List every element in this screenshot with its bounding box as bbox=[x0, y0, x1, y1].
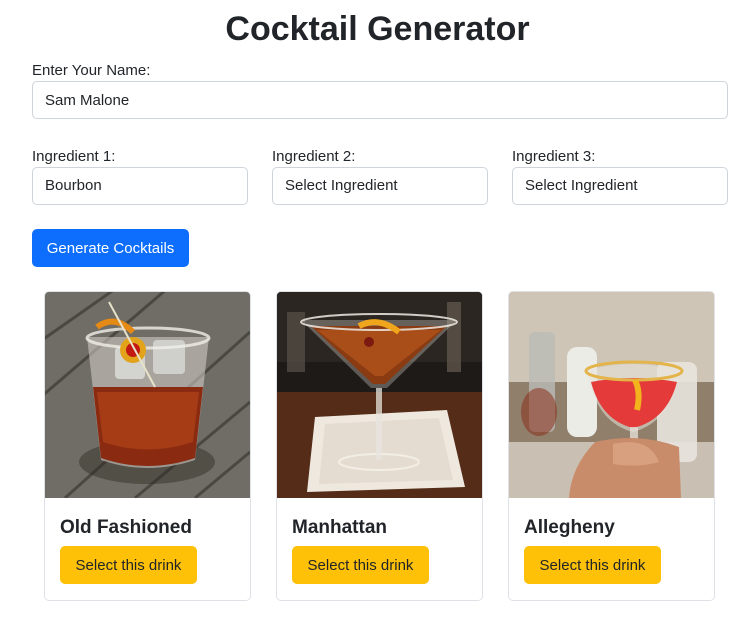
name-label: Enter Your Name: bbox=[32, 62, 151, 79]
allegheny-photo bbox=[509, 292, 714, 498]
ingredient-3-label: Ingredient 3: bbox=[512, 148, 596, 165]
generate-cocktails-button[interactable]: Generate Cocktails bbox=[32, 229, 189, 267]
ingredient-3-value: Select Ingredient bbox=[525, 177, 638, 194]
ingredient-1-select[interactable]: Bourbon bbox=[32, 167, 248, 205]
page-title: Cocktail Generator bbox=[225, 10, 530, 48]
cocktail-card-old-fashioned: Old Fashioned Select this drink bbox=[44, 291, 251, 601]
old-fashioned-photo bbox=[45, 292, 250, 498]
cocktail-name: Manhattan bbox=[292, 517, 387, 538]
ingredient-2-label: Ingredient 2: bbox=[272, 148, 356, 165]
select-drink-button-allegheny[interactable]: Select this drink bbox=[524, 546, 661, 584]
cocktail-card-manhattan: Manhattan Select this drink bbox=[276, 291, 483, 601]
name-input[interactable] bbox=[32, 81, 728, 119]
cocktail-card-allegheny: Allegheny Select this drink bbox=[508, 291, 715, 601]
select-drink-button-old-fashioned[interactable]: Select this drink bbox=[60, 546, 197, 584]
ingredient-1-value: Bourbon bbox=[45, 177, 102, 194]
ingredient-2-value: Select Ingredient bbox=[285, 177, 398, 194]
ingredient-1-label: Ingredient 1: bbox=[32, 148, 116, 165]
cocktail-name: Allegheny bbox=[524, 517, 615, 538]
ingredient-3-select[interactable]: Select Ingredient bbox=[512, 167, 728, 205]
manhattan-photo bbox=[277, 292, 482, 498]
ingredient-2-select[interactable]: Select Ingredient bbox=[272, 167, 488, 205]
select-drink-button-manhattan[interactable]: Select this drink bbox=[292, 546, 429, 584]
cocktail-name: Old Fashioned bbox=[60, 517, 192, 538]
